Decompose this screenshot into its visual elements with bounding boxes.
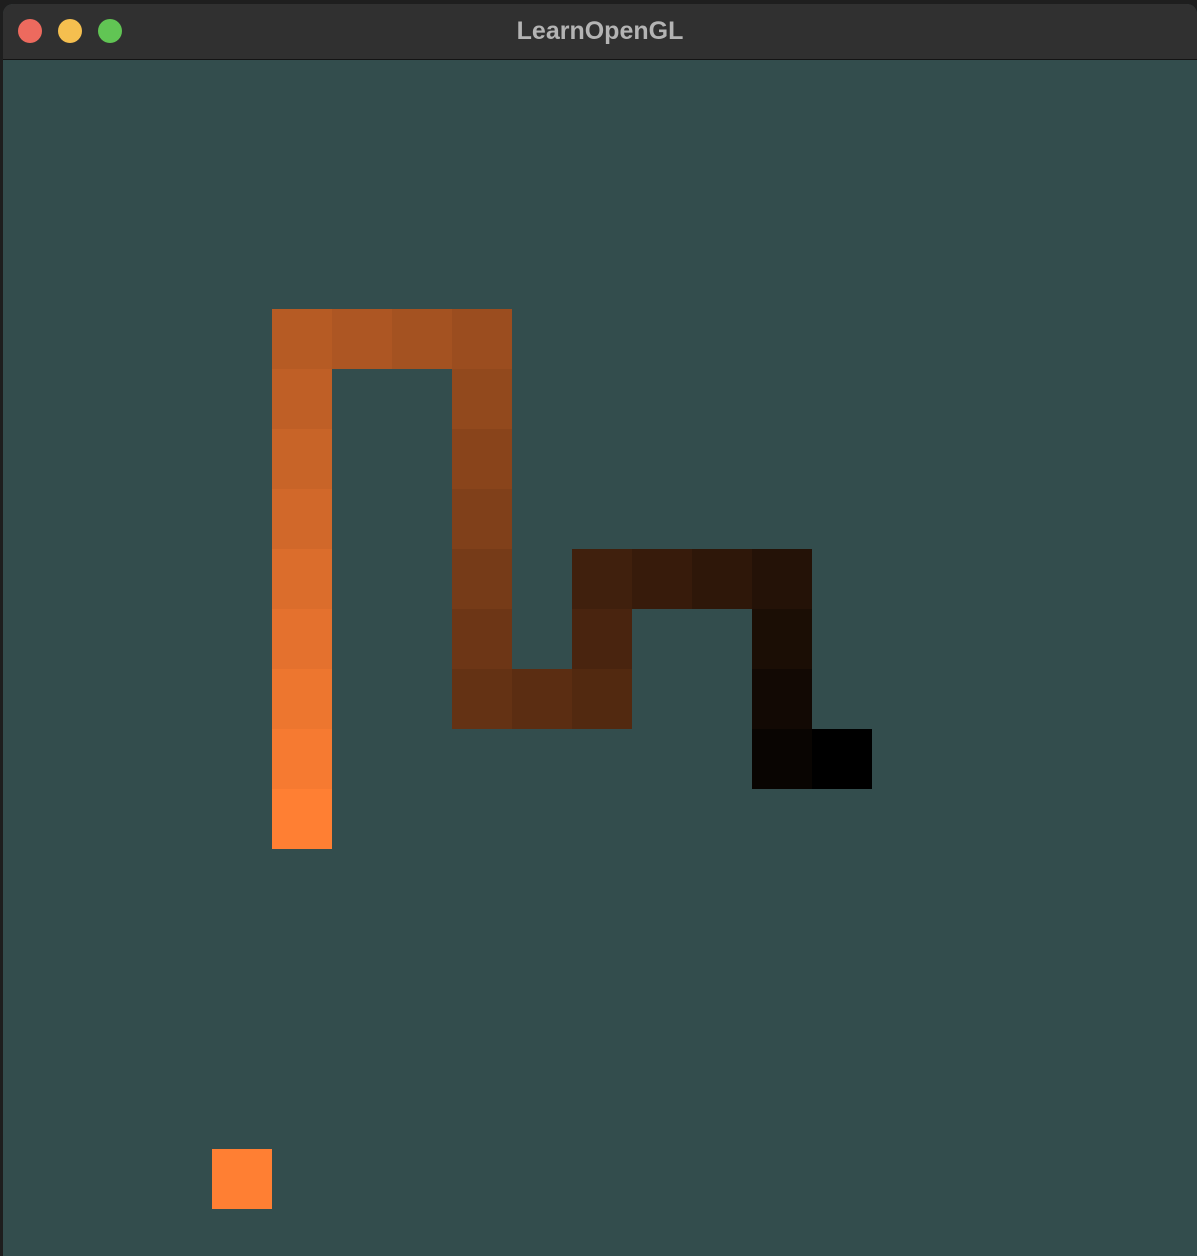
snake-segment bbox=[272, 369, 332, 429]
snake-segment bbox=[452, 549, 512, 609]
game-viewport[interactable] bbox=[3, 60, 1197, 1256]
snake-segment bbox=[632, 549, 692, 609]
snake-segment bbox=[272, 789, 332, 849]
snake-segment bbox=[452, 309, 512, 369]
snake-segment bbox=[272, 309, 332, 369]
snake-segment bbox=[692, 549, 752, 609]
title-bar[interactable]: LearnOpenGL bbox=[3, 4, 1197, 60]
snake-segment bbox=[392, 309, 452, 369]
snake-segment bbox=[572, 549, 632, 609]
snake-segment bbox=[752, 729, 812, 789]
snake-segment bbox=[272, 489, 332, 549]
snake-segment bbox=[272, 609, 332, 669]
snake-segment bbox=[272, 729, 332, 789]
snake-segment bbox=[572, 609, 632, 669]
app-window: LearnOpenGL bbox=[3, 4, 1197, 1256]
snake-segment bbox=[452, 609, 512, 669]
snake-segment bbox=[752, 669, 812, 729]
snake-segment bbox=[572, 669, 632, 729]
snake-segment bbox=[452, 429, 512, 489]
snake-segment bbox=[452, 489, 512, 549]
snake-segment bbox=[452, 669, 512, 729]
window-title: LearnOpenGL bbox=[516, 17, 684, 45]
food-pellet bbox=[212, 1149, 272, 1209]
snake-segment bbox=[512, 669, 572, 729]
snake-segment bbox=[452, 369, 512, 429]
snake-segment bbox=[752, 549, 812, 609]
snake-segment bbox=[272, 669, 332, 729]
snake-segment bbox=[332, 309, 392, 369]
snake-head bbox=[812, 729, 872, 789]
snake-segment bbox=[752, 609, 812, 669]
snake-segment bbox=[272, 549, 332, 609]
snake-segment bbox=[272, 429, 332, 489]
